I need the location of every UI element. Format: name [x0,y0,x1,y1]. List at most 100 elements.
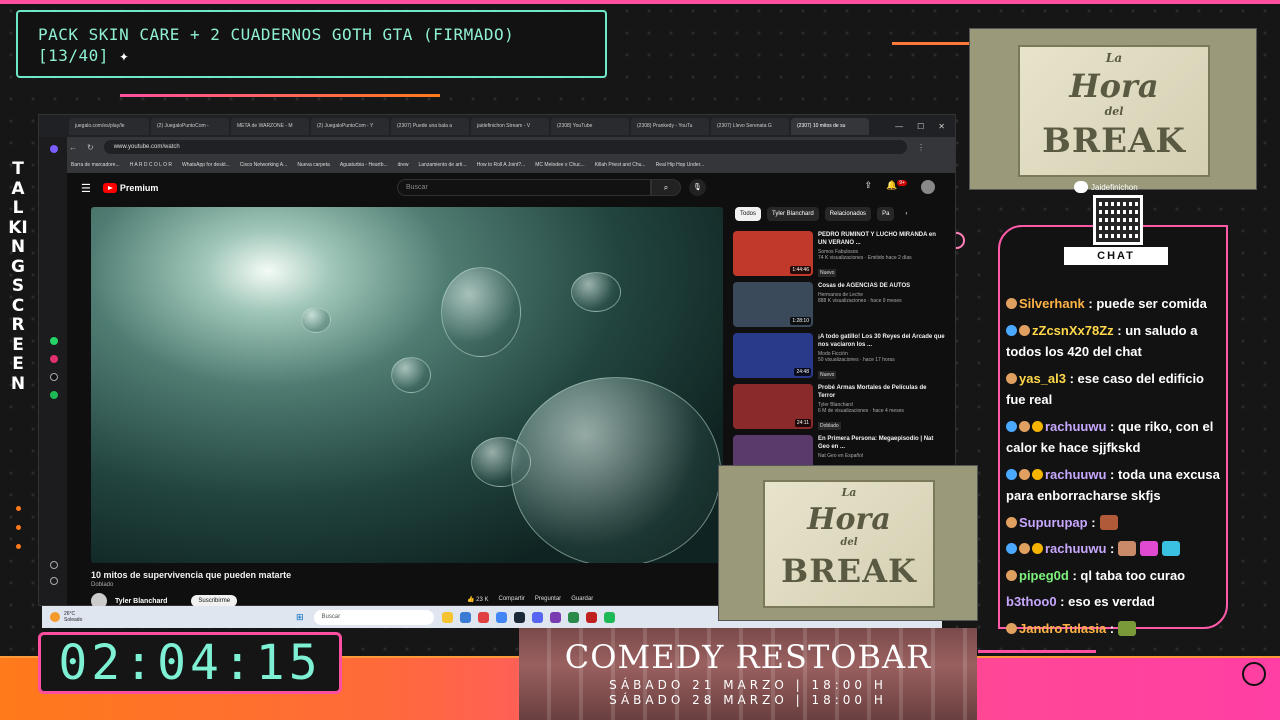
chat-username[interactable]: pipeg0d [1019,568,1069,583]
reload-icon[interactable]: ↻ [87,143,94,152]
bookmark[interactable]: How to Roll A Joint?... [477,162,526,168]
notification-count: 9+ [897,180,907,186]
bookmark[interactable]: MC Melodee x Chuc... [535,162,584,168]
bookmark[interactable]: Cisco Networking A... [240,162,288,168]
bookmark[interactable]: Aguaturbia - Heartb... [340,162,388,168]
chat-username[interactable]: rachuuwu [1045,419,1106,434]
edge-icon[interactable] [459,611,471,623]
recommendation-thumbnail[interactable]: 24:48 [733,333,813,378]
notification-icon[interactable]: 🔔 9+ [886,180,907,194]
browser-tab[interactable]: jaidefinichon Stream - V [471,117,549,135]
save-button[interactable]: Guardar [571,596,593,603]
browser-tab[interactable]: META de WARZONE - M [231,117,309,135]
ask-button[interactable]: Preguntar [535,596,561,603]
maximize-icon[interactable]: ☐ [917,122,924,131]
bookmark[interactable]: WhatsApp for deskt... [182,162,230,168]
share-button[interactable]: Compartir [498,596,524,603]
browser-tab[interactable]: (2308) YouTube [551,117,629,135]
chat-username[interactable]: rachuuwu [1045,541,1106,556]
browser-tab[interactable]: juegalo.com/es/play/le [69,117,149,135]
chat-username[interactable]: zZcsnXx78Zz [1032,323,1114,338]
bookmark[interactable]: drew [398,162,409,168]
chat-text: : [1106,541,1115,556]
handle-text: Jaidefinichon [1091,182,1138,192]
recommendation-thumbnail[interactable]: 24:11 [733,384,813,429]
bookmark[interactable]: Nueva carpeta [297,162,330,168]
chat-emote-icon [1162,541,1181,556]
recommendation-item[interactable]: 1:28:10 Cosas de AGENCIAS DE AUTOS Hermano… [733,282,945,333]
avatar[interactable] [921,180,935,194]
discord-icon[interactable] [531,611,543,623]
back-icon[interactable]: ← [69,143,77,152]
steam-icon[interactable] [513,611,525,623]
recommendation-item[interactable]: 24:48 ¡A todo gatillo! Los 30 Reyes del A… [733,333,945,384]
url-field[interactable]: www.youtube.com/watch [103,140,907,154]
browser-tab[interactable]: (2) JuegaloPuntoCom - [151,117,229,135]
chat-username[interactable]: rachuuwu [1045,467,1106,482]
browser-tab[interactable]: (2307) Puede una bala a [391,117,469,135]
microphone-icon[interactable]: 🎙 [689,179,706,196]
whatsapp-icon[interactable] [50,337,58,345]
tiktok-icon[interactable] [50,373,58,381]
recommendation-item[interactable]: 1:44:46 PEDRO RUMINOT Y LUCHO MIRANDA en … [733,231,945,282]
app-icon[interactable] [585,611,597,623]
recommendation-item[interactable]: 24:11 Probé Armas Mortales de Películas d… [733,384,945,435]
recommendation-thumbnail[interactable]: 1:28:10 [733,282,813,327]
like-button[interactable]: 👍 23 K [467,596,488,603]
video-player[interactable] [91,207,723,563]
chat-username[interactable]: Supurupap [1019,515,1088,530]
chat-username[interactable]: yas_al3 [1019,371,1066,386]
minimize-icon[interactable]: — [895,122,903,131]
bookmark[interactable]: Real Hip Hop Under... [656,162,705,168]
bookmark[interactable]: Lanzamiento de arti... [419,162,467,168]
chat-username[interactable]: b3thoo0 [1006,594,1057,609]
chip-channel[interactable]: Tyler Blanchard [767,207,819,221]
heart-icon[interactable] [50,561,58,569]
menu-icon[interactable]: ☰ [81,182,91,195]
spotify-icon[interactable] [50,391,58,399]
browser-tab[interactable]: (2307) Llevo Serenata G [711,117,789,135]
recommendation-thumbnail[interactable]: 1:44:46 [733,231,813,276]
file-explorer-icon[interactable] [441,611,453,623]
bookmark[interactable]: H A R D C O L O R [130,162,172,168]
browser-tab[interactable]: (2308) Prankedy - YouTu [631,117,709,135]
decorative-line [978,650,1096,653]
browser-tab[interactable]: (2) JuegaloPuntoCom - Y [311,117,389,135]
app-icon[interactable] [567,611,579,623]
youtube-brand[interactable]: Premium [120,183,159,193]
spotify-icon[interactable] [603,611,615,623]
chrome-icon[interactable] [495,611,507,623]
search-icon[interactable]: ⌕ [651,179,681,196]
like-count: 23 K [476,597,489,603]
youtube-logo-icon[interactable] [102,183,117,193]
obs-icon[interactable] [549,611,561,623]
recommendation-title: Probé Armas Mortales de Películas de Ter… [818,385,927,399]
profile-icon[interactable] [50,145,58,153]
taskbar-search[interactable]: Buscar [313,609,434,625]
browser-tab-active[interactable]: (2307) 10 mitos de su [791,117,869,135]
opera-icon[interactable] [477,611,489,623]
recommendation-title: Cosas de AGENCIAS DE AUTOS [818,283,911,289]
search-input[interactable]: Buscar [397,179,651,196]
bookmark[interactable]: Killah Priest and Chu... [595,162,646,168]
chip-more[interactable]: Pa [877,207,895,221]
close-icon[interactable]: ✕ [938,122,945,131]
extensions-icon[interactable]: ⋮ [917,143,925,152]
hora-del-break-logo-top: La Hora del BREAK [969,28,1257,190]
bookmark[interactable]: Barra de marcadore... [71,162,120,168]
channel-name[interactable]: Tyler Blanchard [115,598,167,605]
recommendation-chips: Todos Tyler Blanchard Relacionados Pa › [735,207,912,221]
chip-all[interactable]: Todos [735,207,762,221]
chat-badge-icon [1006,298,1017,309]
chevron-right-icon[interactable]: › [900,207,912,221]
chat-username[interactable]: Silverhank [1019,296,1085,311]
chip-related[interactable]: Relacionados [824,207,872,221]
chat-emote-icon [1118,541,1137,556]
recommendation-meta: 888 K visualizaciones · hace 9 meses [818,298,902,304]
upload-icon[interactable]: ⇪ [865,180,873,194]
weather-widget[interactable]: 26°C Soleado [42,611,292,623]
instagram-icon[interactable] [50,355,58,363]
chat-username[interactable]: JandroTulasia [1019,621,1106,636]
windows-start-icon[interactable]: ⊞ [296,612,304,623]
history-icon[interactable] [50,577,58,585]
